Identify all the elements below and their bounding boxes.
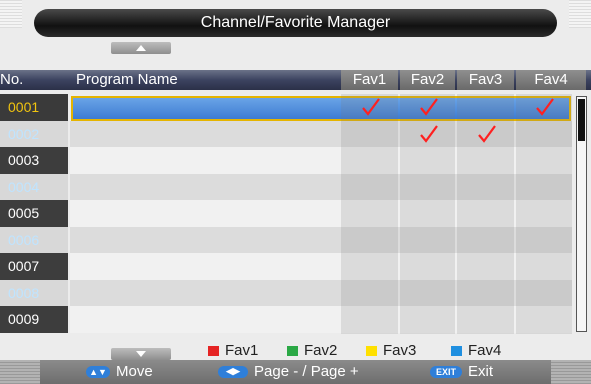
- red-swatch-icon: [208, 345, 219, 356]
- hint-page-label: Page - / Page +: [254, 363, 359, 380]
- legend-fav4: Fav4: [451, 342, 501, 359]
- channel-number: 0006: [0, 226, 68, 253]
- fav-column-1: [341, 94, 398, 334]
- hint-exit-label: Exit: [468, 363, 494, 380]
- check-mark-icon: [361, 98, 380, 116]
- check-mark-icon: [536, 98, 554, 116]
- corner-decoration: [569, 0, 591, 28]
- corner-decoration: [0, 0, 22, 28]
- blue-swatch-icon: [451, 345, 462, 356]
- green-swatch-icon: [287, 345, 298, 356]
- column-header-program-name: Program Name: [76, 71, 178, 88]
- screen: Channel/Favorite Manager No. Program Nam…: [0, 0, 591, 384]
- channel-number-column: 0001 0002 0003 0004 0005 0006 0007 0008 0009: [0, 94, 68, 333]
- channel-number: 0003: [0, 147, 68, 174]
- channel-number: 0008: [0, 279, 68, 306]
- page-title: Channel/Favorite Manager: [34, 9, 557, 37]
- column-header-fav4: Fav4: [516, 70, 586, 90]
- left-right-key-icon: ◀▶: [218, 365, 248, 378]
- arrow-up-icon: [136, 45, 146, 51]
- scrollbar[interactable]: [576, 96, 587, 332]
- channel-number: 0002: [0, 120, 68, 147]
- arrow-down-icon: [136, 351, 146, 357]
- hint-move: ▲▼ Move: [86, 363, 153, 380]
- check-mark-icon: [419, 98, 438, 116]
- legend-fav1: Fav1: [208, 342, 258, 359]
- column-header-no: No.: [0, 71, 24, 88]
- scrollbar-thumb[interactable]: [578, 99, 585, 141]
- channel-number: 0001: [0, 94, 68, 121]
- channel-number: 0004: [0, 173, 68, 200]
- footer-bar: ▲▼ Move ◀▶ Page - / Page + EXIT Exit: [0, 360, 591, 384]
- column-header-fav2: Fav2: [400, 70, 455, 90]
- column-header-fav1: Fav1: [341, 70, 398, 90]
- fav-column-4: [516, 94, 572, 334]
- scroll-up-button[interactable]: [111, 42, 171, 54]
- check-mark-icon: [419, 124, 438, 143]
- channel-number: 0009: [0, 306, 68, 333]
- hint-move-label: Move: [116, 363, 153, 380]
- legend-label: Fav3: [383, 342, 417, 359]
- legend-fav2: Fav2: [287, 342, 337, 359]
- legend-label: Fav1: [225, 342, 259, 359]
- corner-decoration: [551, 360, 591, 384]
- yellow-swatch-icon: [366, 345, 377, 356]
- table-header: No. Program Name Fav1 Fav2 Fav3 Fav4: [0, 70, 591, 90]
- exit-key-icon: EXIT: [430, 365, 462, 378]
- up-down-key-icon: ▲▼: [86, 365, 110, 378]
- channel-number: 0007: [0, 253, 68, 280]
- legend-fav3: Fav3: [366, 342, 416, 359]
- scroll-down-button[interactable]: [111, 348, 171, 360]
- hint-exit: EXIT Exit: [430, 363, 493, 380]
- channel-number: 0005: [0, 200, 68, 227]
- channel-list: [70, 94, 572, 334]
- legend-label: Fav4: [468, 342, 502, 359]
- column-header-fav3: Fav3: [457, 70, 514, 90]
- corner-decoration: [0, 360, 40, 384]
- hint-page: ◀▶ Page - / Page +: [218, 363, 359, 380]
- check-mark-icon: [477, 124, 496, 143]
- legend-label: Fav2: [304, 342, 338, 359]
